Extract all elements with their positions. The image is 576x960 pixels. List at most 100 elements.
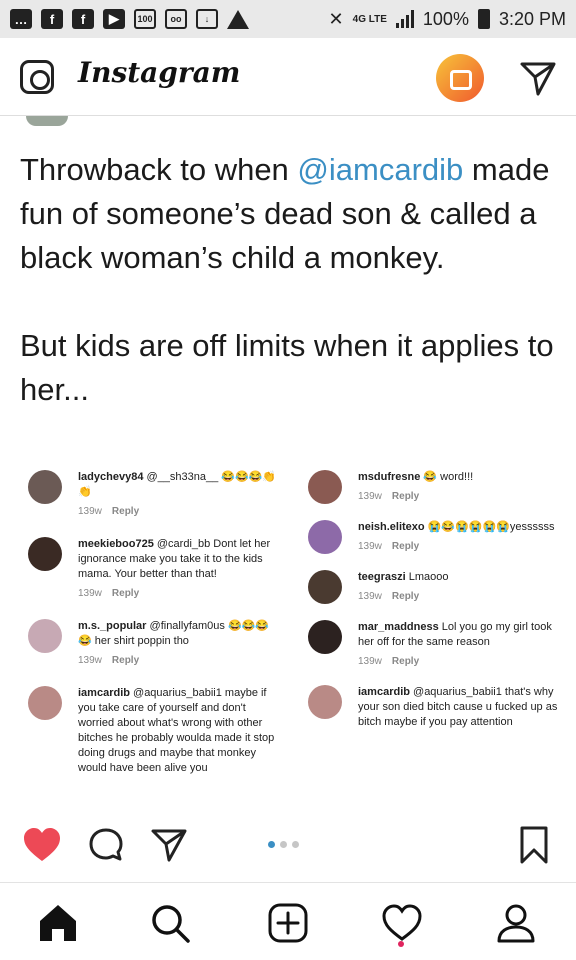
comment-time: 139w bbox=[358, 541, 382, 552]
mute-icon: ✕ bbox=[328, 8, 344, 29]
clock: 3:20 PM bbox=[498, 8, 566, 29]
comment-time: 139w bbox=[78, 506, 102, 517]
bookmark-icon[interactable] bbox=[518, 825, 550, 865]
comment-avatar bbox=[28, 537, 62, 571]
comment-body: Lmaooo bbox=[405, 571, 449, 583]
post-author-avatar[interactable] bbox=[26, 116, 68, 126]
messages-icon: … bbox=[10, 9, 32, 29]
comment-avatar bbox=[308, 520, 342, 554]
app-header: Instagram bbox=[0, 38, 576, 116]
camera-icon[interactable] bbox=[20, 60, 54, 94]
comment-time: 139w bbox=[358, 656, 382, 667]
warning-icon bbox=[227, 9, 249, 29]
caption-paragraph: But kids are off limits when it applies … bbox=[20, 328, 554, 407]
comment-time: 139w bbox=[78, 588, 102, 599]
profile-icon[interactable] bbox=[494, 901, 538, 945]
caption-text: Throwback to when bbox=[20, 152, 298, 187]
comment-item: iamcardib @aquarius_babii1 that's why yo… bbox=[308, 685, 558, 730]
comment-username: meekieboo725 bbox=[78, 538, 154, 550]
comment-username: mar_maddness bbox=[358, 621, 439, 633]
reply-link: Reply bbox=[111, 655, 140, 666]
comment-item: mar_maddness Lol you go my girl took her… bbox=[308, 620, 558, 667]
comment-avatar bbox=[28, 619, 62, 653]
comment-username: neish.elitexo bbox=[358, 521, 425, 533]
comment-item: ladychevy84 @__sh33na__ 😂😂😂👏👏 139w Reply bbox=[28, 470, 278, 517]
comment-item: msdufresne 😂 word!!! 139w Reply bbox=[308, 470, 558, 504]
comment-text: meekieboo725 @cardi_bb Dont let her igno… bbox=[78, 537, 278, 582]
comment-username: iamcardib bbox=[358, 686, 410, 698]
comment-time: 139w bbox=[358, 591, 382, 602]
direct-message-icon[interactable] bbox=[518, 58, 558, 98]
facebook-icon: f bbox=[41, 9, 63, 29]
reply-link: Reply bbox=[111, 506, 140, 517]
comment-username: iamcardib bbox=[78, 687, 130, 699]
status-bar-notifications: … f f ▶ 100 oo ↓ bbox=[10, 9, 249, 29]
comment-body: 😂 word!!! bbox=[420, 471, 474, 483]
comment-username: m.s._popular bbox=[78, 620, 147, 632]
comment-time: 139w bbox=[78, 655, 102, 666]
comment-avatar bbox=[308, 570, 342, 604]
status-bar-system: ✕ 4G LTE 100% 3:20 PM bbox=[329, 9, 566, 30]
comment-text: iamcardib @aquarius_babii1 that's why yo… bbox=[358, 685, 558, 730]
comment-username: msdufresne bbox=[358, 471, 421, 483]
download-icon: ↓ bbox=[196, 9, 218, 29]
comment-meta: 139w Reply bbox=[78, 655, 278, 666]
search-icon[interactable] bbox=[148, 901, 192, 945]
bottom-navigation bbox=[0, 882, 576, 960]
app-logo: Instagram bbox=[78, 56, 241, 89]
voicemail-icon: oo bbox=[165, 9, 187, 29]
comments-column-right: msdufresne 😂 word!!! 139w Reply neish.eli… bbox=[308, 470, 558, 748]
caption-paragraph: Throwback to when @iamcardib made fun of… bbox=[20, 148, 560, 280]
comment-text: iamcardib @aquarius_babii1 maybe if you … bbox=[78, 686, 278, 776]
comment-avatar bbox=[308, 470, 342, 504]
comments-column-left: ladychevy84 @__sh33na__ 😂😂😂👏👏 139w Reply … bbox=[28, 470, 278, 790]
comment-item: teegraszi Lmaooo 139w Reply bbox=[308, 570, 558, 604]
mention-link[interactable]: @iamcardib bbox=[297, 152, 463, 187]
comment-username: ladychevy84 bbox=[78, 471, 144, 483]
comment-item: m.s._popular @finallyfam0us 😂😂😂 😂 her sh… bbox=[28, 619, 278, 666]
post-actions bbox=[0, 815, 576, 875]
activity-icon[interactable] bbox=[380, 901, 424, 945]
igtv-icon[interactable] bbox=[436, 54, 484, 102]
comment-username: teegraszi bbox=[358, 571, 406, 583]
share-icon[interactable] bbox=[150, 827, 188, 863]
comment-meta: 139w Reply bbox=[358, 491, 558, 502]
comment-meta: 139w Reply bbox=[358, 591, 558, 602]
comment-avatar bbox=[28, 470, 62, 504]
comment-text: m.s._popular @finallyfam0us 😂😂😂 😂 her sh… bbox=[78, 619, 278, 649]
comment-avatar bbox=[308, 685, 342, 719]
comment-item: neish.elitexo 😭😂😭😭😭😭yessssss 139w Reply bbox=[308, 520, 558, 554]
carousel-dot bbox=[280, 841, 287, 848]
carousel-dot bbox=[292, 841, 299, 848]
post-caption: Throwback to when @iamcardib made fun of… bbox=[20, 148, 560, 456]
reply-link: Reply bbox=[391, 591, 420, 602]
network-type: 4G LTE bbox=[352, 13, 387, 25]
badge-100-icon: 100 bbox=[134, 9, 156, 29]
comment-meta: 139w Reply bbox=[78, 588, 278, 599]
comment-icon[interactable] bbox=[88, 827, 124, 863]
comment-body: 😭😂😭😭😭😭yessssss bbox=[424, 521, 555, 533]
comments-screenshot: ladychevy84 @__sh33na__ 😂😂😂👏👏 139w Reply … bbox=[28, 470, 558, 790]
reply-link: Reply bbox=[111, 588, 140, 599]
youtube-icon: ▶ bbox=[103, 9, 125, 29]
comment-text: neish.elitexo 😭😂😭😭😭😭yessssss bbox=[358, 520, 558, 535]
comment-text: msdufresne 😂 word!!! bbox=[358, 470, 558, 485]
reply-link: Reply bbox=[391, 491, 420, 502]
status-bar: … f f ▶ 100 oo ↓ ✕ 4G LTE 100% 3:20 PM bbox=[0, 0, 576, 38]
carousel-dot-active bbox=[268, 841, 275, 848]
comment-meta: 139w Reply bbox=[358, 656, 558, 667]
comment-text: ladychevy84 @__sh33na__ 😂😂😂👏👏 bbox=[78, 470, 278, 500]
facebook-icon: f bbox=[72, 9, 94, 29]
comment-body: @aquarius_babii1 maybe if you take care … bbox=[78, 687, 275, 774]
comment-meta: 139w Reply bbox=[358, 541, 558, 552]
heart-icon[interactable] bbox=[22, 827, 62, 863]
comment-text: teegraszi Lmaooo bbox=[358, 570, 558, 585]
add-post-icon[interactable] bbox=[266, 901, 310, 945]
battery-level: 100% bbox=[422, 8, 469, 29]
signal-icon bbox=[395, 10, 414, 28]
comment-item: iamcardib @aquarius_babii1 maybe if you … bbox=[28, 686, 278, 776]
home-icon[interactable] bbox=[36, 901, 80, 945]
carousel-indicator bbox=[268, 841, 299, 848]
comment-item: meekieboo725 @cardi_bb Dont let her igno… bbox=[28, 537, 278, 599]
comment-text: mar_maddness Lol you go my girl took her… bbox=[358, 620, 558, 650]
